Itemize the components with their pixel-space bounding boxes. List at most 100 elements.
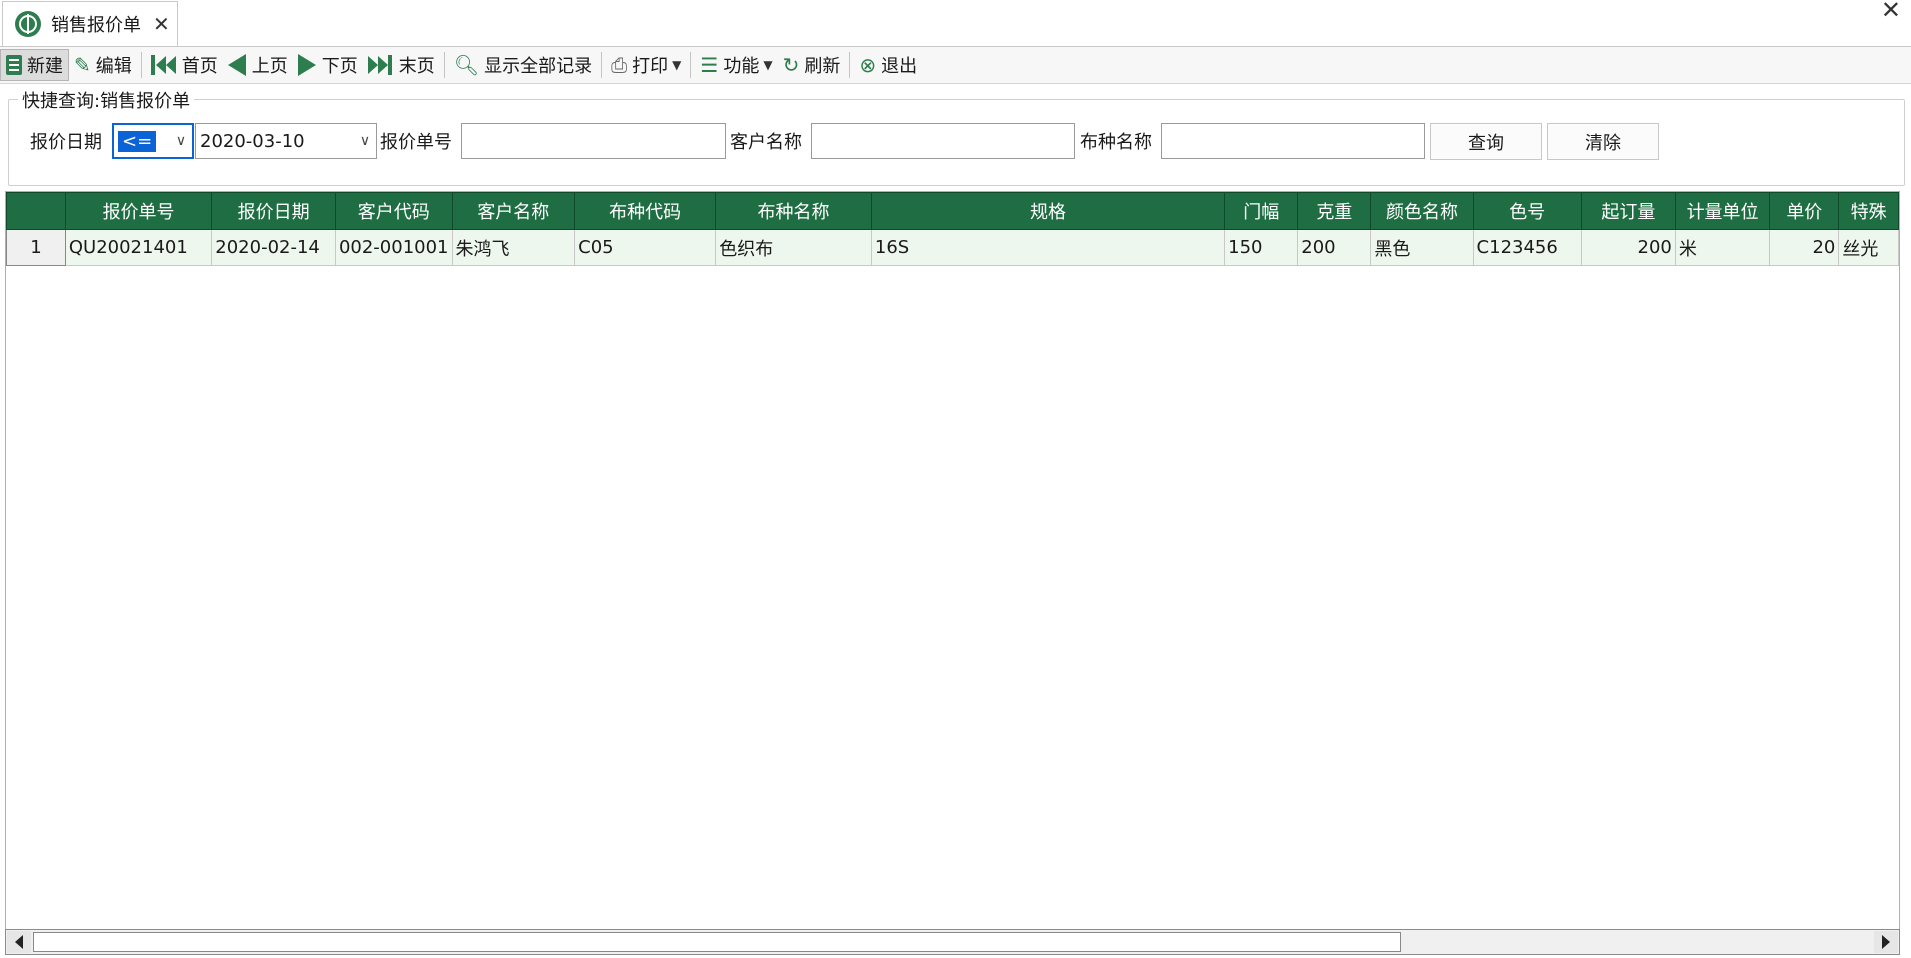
first-page-label: 首页 [181, 56, 218, 77]
column-header[interactable]: 客户名称 [451, 192, 576, 230]
chevron-down-icon: ∨ [359, 133, 371, 149]
table-cell[interactable]: QU20021401 [64, 229, 213, 266]
tab-sales-quotation[interactable]: 销售报价单 ✕ [2, 1, 178, 46]
print-button[interactable]: ⎙ 打印 ▼ [606, 49, 686, 81]
table-cell[interactable]: C123456 [1472, 229, 1582, 266]
table-cell[interactable]: 黑色 [1370, 229, 1474, 266]
quote-date-label: 报价日期 [30, 132, 102, 153]
column-header[interactable]: 客户代码 [334, 192, 453, 230]
row-number-header [6, 192, 66, 230]
column-header[interactable]: 单价 [1769, 192, 1840, 230]
column-header[interactable]: 门幅 [1224, 192, 1299, 230]
exit-icon: ⊗ [859, 53, 877, 77]
column-header[interactable]: 报价日期 [211, 192, 336, 230]
column-header[interactable]: 特殊 [1838, 192, 1899, 230]
tab-close-icon[interactable]: ✕ [153, 12, 170, 36]
scrollbar-thumb[interactable] [33, 932, 1401, 952]
arrow-left-icon [15, 935, 23, 949]
table-cell[interactable]: 150 [1224, 229, 1299, 266]
next-page-button[interactable]: 下页 [293, 49, 363, 81]
last-page-label: 末页 [398, 56, 435, 77]
new-button[interactable]: 新建 [0, 49, 69, 81]
customer-name-label: 客户名称 [730, 132, 802, 153]
customer-name-input[interactable] [811, 123, 1075, 159]
table-cell[interactable]: 200 [1297, 229, 1372, 266]
table-row[interactable]: 1 QU20021401 2020-02-14 002-001001 朱鸿飞 C… [6, 229, 1899, 266]
refresh-button[interactable]: ↻ 刷新 [778, 49, 846, 81]
column-header[interactable]: 颜色名称 [1370, 192, 1474, 230]
arrow-right-icon [1882, 935, 1890, 949]
table-cell[interactable]: 色织布 [715, 229, 872, 266]
search-button[interactable]: 查询 [1430, 123, 1542, 160]
fabric-name-label: 布种名称 [1080, 132, 1152, 153]
toolbar-separator [140, 52, 142, 78]
table-cell[interactable]: 16S [870, 229, 1226, 266]
edit-button-label: 编辑 [95, 56, 132, 77]
toolbar-separator [601, 52, 603, 78]
search-document-icon: 🔍︎ [453, 53, 480, 77]
show-all-button[interactable]: 🔍︎ 显示全部记录 [449, 49, 597, 81]
column-header[interactable]: 色号 [1472, 192, 1582, 230]
exit-button[interactable]: ⊗ 退出 [854, 49, 922, 81]
function-menu-button[interactable]: ☰ 功能 ▼ [695, 49, 777, 81]
refresh-label: 刷新 [804, 56, 841, 77]
edit-icon: ✎ [74, 53, 91, 77]
column-header[interactable]: 计量单位 [1674, 192, 1771, 230]
table-cell[interactable]: 米 [1674, 229, 1771, 266]
column-header[interactable]: 规格 [870, 192, 1226, 230]
column-header[interactable]: 克重 [1297, 192, 1372, 230]
row-number[interactable]: 1 [6, 229, 66, 266]
toolbar-separator [443, 52, 445, 78]
show-all-label: 显示全部记录 [484, 56, 593, 77]
toolbar: 新建 ✎ 编辑 首页 上页 下页 末页 🔍︎ 显示全部记录 ⎙ 打印 ▼ ☰ 功… [0, 47, 1911, 84]
tab-bar: 销售报价单 ✕ ✕ [0, 0, 1911, 47]
quote-no-input[interactable] [461, 123, 726, 159]
table-cell[interactable]: 2020-02-14 [211, 229, 336, 266]
chevron-down-icon: ∨ [175, 133, 187, 149]
chevron-down-icon: ▼ [763, 58, 773, 72]
table-cell[interactable]: 朱鸿飞 [451, 229, 576, 266]
edit-button[interactable]: ✎ 编辑 [69, 49, 137, 81]
horizontal-scrollbar[interactable] [5, 929, 1900, 955]
clear-button[interactable]: 清除 [1547, 123, 1659, 160]
scroll-right-button[interactable] [1874, 931, 1898, 953]
table-cell[interactable]: 200 [1580, 229, 1676, 266]
first-page-button[interactable]: 首页 [146, 49, 223, 81]
table-cell[interactable]: C05 [574, 229, 717, 266]
table-header-row: 报价单号 报价日期 客户代码 客户名称 布种代码 布种名称 规格 门幅 克重 颜… [6, 192, 1899, 230]
next-page-icon [297, 54, 316, 76]
date-operator-value: <= [118, 130, 157, 152]
table-cell[interactable]: 丝光 [1838, 229, 1899, 266]
quote-no-label: 报价单号 [380, 132, 452, 153]
fabric-name-input[interactable] [1161, 123, 1425, 159]
function-label: 功能 [723, 56, 760, 77]
globe-icon [15, 11, 41, 37]
tab-title: 销售报价单 [51, 15, 141, 36]
last-page-button[interactable]: 末页 [363, 49, 440, 81]
new-button-label: 新建 [27, 56, 63, 77]
chevron-down-icon: ▼ [672, 58, 682, 72]
toolbar-separator [849, 52, 851, 78]
prev-page-icon [227, 54, 246, 76]
toolbar-separator [690, 52, 692, 78]
last-page-icon [367, 55, 393, 75]
first-page-icon [150, 55, 176, 75]
column-header[interactable]: 起订量 [1580, 192, 1676, 230]
column-header[interactable]: 布种名称 [715, 192, 872, 230]
quote-date-value: 2020-03-10 [200, 130, 305, 152]
quote-date-picker[interactable]: 2020-03-10 ∨ [195, 123, 377, 159]
quick-query-title: 快捷查询:销售报价单 [18, 87, 195, 113]
column-header[interactable]: 布种代码 [574, 192, 717, 230]
print-label: 打印 [632, 56, 669, 77]
exit-label: 退出 [881, 56, 918, 77]
prev-page-button[interactable]: 上页 [223, 49, 293, 81]
quotation-table: 报价单号 报价日期 客户代码 客户名称 布种代码 布种名称 规格 门幅 克重 颜… [6, 192, 1899, 266]
window-close-icon[interactable]: ✕ [1881, 0, 1901, 24]
table-cell[interactable]: 20 [1769, 229, 1840, 266]
scroll-left-button[interactable] [7, 931, 31, 953]
data-grid: 报价单号 报价日期 客户代码 客户名称 布种代码 布种名称 规格 门幅 克重 颜… [5, 191, 1900, 931]
refresh-icon: ↻ [782, 53, 800, 77]
table-cell[interactable]: 002-001001 [334, 229, 453, 266]
date-operator-select[interactable]: <= ∨ [112, 123, 194, 159]
column-header[interactable]: 报价单号 [64, 192, 213, 230]
